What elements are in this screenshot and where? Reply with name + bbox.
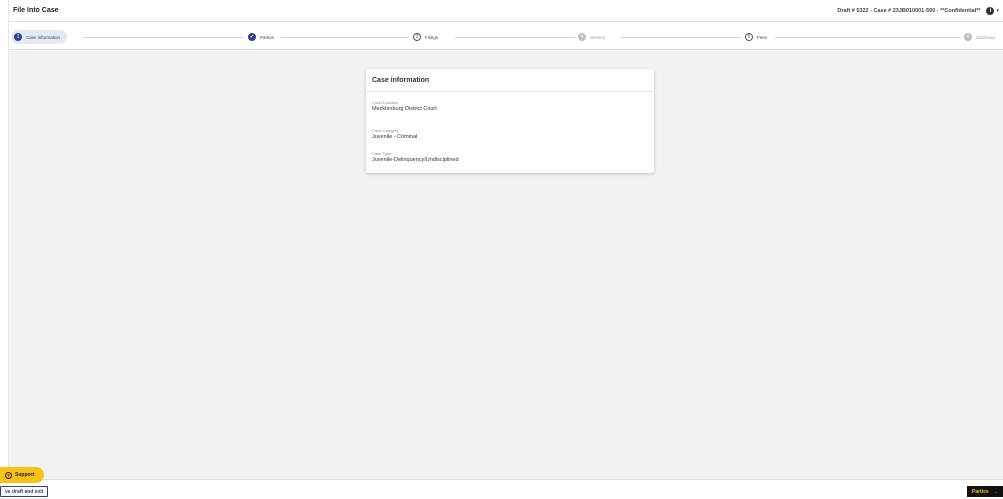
- page-title: File Into Case: [13, 7, 59, 14]
- step-number-icon: 6: [964, 33, 972, 41]
- step-label: Summary: [976, 34, 996, 40]
- step-number-icon: 5: [745, 33, 753, 41]
- step-parties[interactable]: ✔ Parties: [248, 30, 274, 44]
- stepper-connector: [281, 37, 409, 38]
- stepper-connector: [83, 37, 243, 38]
- step-service: 4 Service: [578, 30, 605, 44]
- step-label: Fees: [757, 34, 768, 40]
- support-button[interactable]: ? Support: [0, 467, 44, 483]
- case-summary: Draft # 5322 - Case # 23JB010001-590 - *…: [837, 7, 981, 14]
- court-location-field: Court Location Mecklenburg District Cour…: [372, 100, 437, 112]
- progress-stepper: 1 Case information ✔ Parties 3 Filings 4…: [9, 24, 1003, 50]
- step-case-information[interactable]: 1 Case information: [11, 30, 68, 44]
- step-filings[interactable]: 3 Filings: [413, 30, 438, 44]
- step-label: Parties: [260, 34, 275, 40]
- step-number-icon: 3: [413, 33, 421, 41]
- field-label: Case Category: [372, 128, 399, 133]
- field-label: Case Type: [372, 151, 392, 156]
- top-header: File Into Case Draft # 5322 - Case # 23J…: [9, 0, 1003, 22]
- step-label: Case information: [26, 34, 61, 40]
- field-label: Court Location: [372, 100, 399, 105]
- next-label: Parties: [972, 488, 989, 495]
- step-label: Service: [590, 34, 606, 40]
- field-value: Mecklenburg District Court: [372, 106, 437, 112]
- arrow-right-icon: →: [992, 488, 998, 495]
- support-label: Support: [15, 472, 35, 478]
- card-title: Case information: [366, 69, 654, 92]
- check-icon: ✔: [248, 33, 256, 41]
- case-information-card: Case information Court Location Mecklenb…: [366, 69, 654, 173]
- step-label: Filings: [425, 34, 439, 40]
- step-number-icon: 1: [14, 33, 22, 41]
- save-draft-exit-button[interactable]: ve draft and exit: [0, 486, 49, 497]
- step-number-icon: 4: [578, 33, 586, 41]
- field-value: Juvenile - Criminal: [372, 134, 418, 140]
- help-icon: ?: [5, 471, 12, 479]
- footer-bar: [0, 479, 1003, 499]
- case-category-field: Case Category Juvenile - Criminal: [372, 128, 417, 140]
- step-summary: 6 Summary: [964, 30, 995, 44]
- chevron-down-icon[interactable]: ▾: [996, 8, 999, 14]
- stepper-connector: [775, 37, 961, 38]
- main-content: Case information Court Location Mecklenb…: [9, 51, 1003, 479]
- field-value: Juvenile-Delinquency/Undisciplined: [372, 157, 459, 163]
- info-icon[interactable]: i: [986, 6, 995, 15]
- step-fees[interactable]: 5 Fees: [745, 30, 767, 44]
- stepper-connector: [455, 37, 575, 38]
- case-type-field: Case Type Juvenile-Delinquency/Undiscipl…: [372, 151, 459, 163]
- stepper-connector: [621, 37, 741, 38]
- next-parties-button[interactable]: Parties →: [967, 486, 1003, 497]
